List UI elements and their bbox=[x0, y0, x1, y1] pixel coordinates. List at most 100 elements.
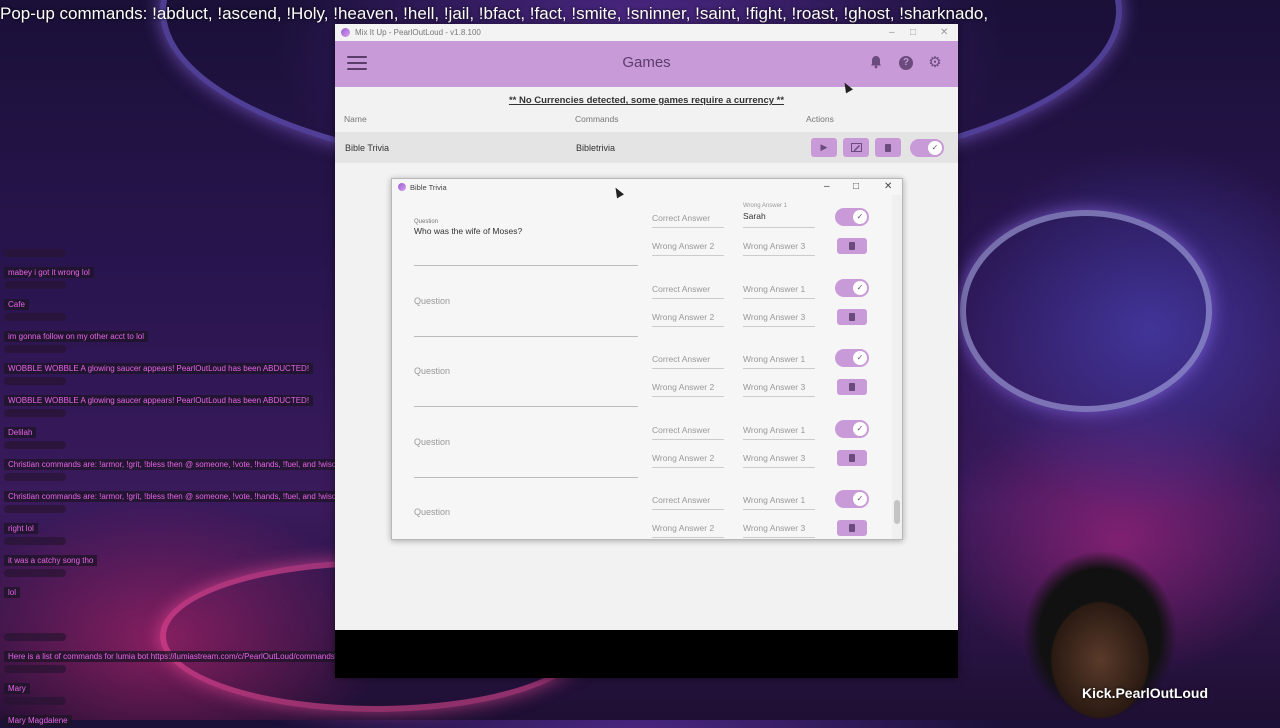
chat-text: Mary Magdalene bbox=[4, 715, 72, 726]
wrong-answer-1-value: Sarah bbox=[743, 211, 766, 221]
currency-notice: ** No Currencies detected, some games re… bbox=[508, 95, 785, 106]
chat-message: Christian commands are: !armor, !grit, !… bbox=[4, 468, 354, 504]
question-row: Question Correct Answer Wrong Answer 1 Wron… bbox=[392, 413, 892, 483]
trash-icon bbox=[849, 453, 855, 462]
wrong-answer-1-placeholder: Wrong Answer 1 bbox=[743, 283, 806, 294]
chat-message: Mary bbox=[4, 660, 66, 696]
wrong-answer-1-placeholder: Wrong Answer 1 bbox=[743, 424, 806, 435]
chat-username bbox=[4, 665, 66, 673]
wrong-answer-3-field[interactable]: Wrong Answer 3 bbox=[743, 451, 815, 468]
question-enable-toggle[interactable]: ✓ bbox=[835, 490, 869, 508]
correct-answer-field[interactable]: Correct Answer bbox=[652, 211, 724, 228]
gear-icon[interactable]: ⚙ bbox=[927, 55, 943, 71]
correct-answer-field[interactable]: Correct Answer bbox=[652, 423, 724, 440]
app-logo-icon bbox=[341, 28, 350, 37]
wrong-answer-2-field[interactable]: Wrong Answer 2 bbox=[652, 310, 724, 327]
question-field[interactable]: Question bbox=[414, 342, 638, 407]
wrong-answer-2-placeholder: Wrong Answer 2 bbox=[652, 241, 715, 251]
minimize-icon[interactable]: – bbox=[824, 179, 830, 195]
delete-button[interactable] bbox=[875, 138, 901, 157]
chat-username bbox=[4, 313, 66, 321]
question-placeholder: Question bbox=[414, 295, 451, 306]
correct-answer-placeholder: Correct Answer bbox=[652, 495, 711, 505]
wrong-answer-1-field[interactable]: Wrong Answer 1 bbox=[743, 423, 815, 440]
question-enable-toggle[interactable]: ✓ bbox=[835, 419, 869, 438]
question-field[interactable]: Question bbox=[414, 413, 638, 478]
check-icon: ✓ bbox=[853, 210, 867, 224]
column-header-actions: Actions bbox=[806, 114, 834, 124]
check-icon: ✓ bbox=[853, 280, 867, 295]
question-field[interactable]: Question bbox=[414, 483, 638, 539]
wrong-answer-1-placeholder: Wrong Answer 1 bbox=[743, 354, 806, 364]
delete-question-button[interactable] bbox=[837, 238, 867, 254]
chat-username bbox=[4, 281, 66, 289]
wrong-answer-3-placeholder: Wrong Answer 3 bbox=[743, 523, 806, 533]
question-enable-toggle[interactable]: ✓ bbox=[835, 208, 869, 226]
play-button[interactable]: ▶ bbox=[811, 138, 837, 157]
scrollbar[interactable] bbox=[892, 195, 902, 539]
wrong-answer-2-field[interactable]: Wrong Answer 2 bbox=[652, 451, 724, 468]
wrong-answer-3-field[interactable]: Wrong Answer 3 bbox=[743, 239, 815, 256]
chat-username bbox=[4, 697, 66, 705]
question-row: Question Correct Answer Wrong Answer 1 Wron… bbox=[392, 342, 892, 412]
question-row: Question Who was the wife of Moses? Correc… bbox=[392, 201, 892, 271]
chat-username bbox=[4, 633, 66, 641]
wrong-answer-1-field[interactable]: Wrong Answer 1 bbox=[743, 493, 815, 510]
question-value: Who was the wife of Moses? bbox=[414, 226, 523, 236]
wrong-answer-1-field[interactable]: Wrong Answer 1 bbox=[743, 352, 815, 369]
question-enable-toggle[interactable]: ✓ bbox=[835, 349, 869, 367]
enable-toggle[interactable]: ✓ bbox=[910, 139, 944, 157]
check-icon: ✓ bbox=[853, 351, 867, 365]
chat-message: Mary Magdalene bbox=[4, 692, 72, 728]
question-placeholder: Question bbox=[414, 507, 451, 517]
wrong-answer-3-placeholder: Wrong Answer 3 bbox=[743, 311, 806, 322]
page-title: Games bbox=[622, 54, 671, 71]
game-command: Bibletrivia bbox=[576, 143, 616, 153]
scrollbar-thumb[interactable] bbox=[894, 500, 900, 524]
edit-button[interactable] bbox=[843, 138, 869, 157]
question-field[interactable]: Question Who was the wife of Moses? bbox=[414, 201, 638, 266]
wrong-answer-1-field[interactable]: Wrong Answer 1 Sarah bbox=[743, 203, 815, 228]
question-row: Question Correct Answer Wrong Answer 1 Wron… bbox=[392, 483, 892, 539]
maximize-icon[interactable]: □ bbox=[853, 179, 859, 195]
app-header: Games ? ⚙ bbox=[335, 41, 958, 87]
chat-username bbox=[4, 409, 66, 417]
correct-answer-field[interactable]: Correct Answer bbox=[652, 352, 724, 369]
wrong-answer-2-field[interactable]: Wrong Answer 2 bbox=[652, 239, 724, 256]
app-titlebar: Mix It Up - PearlOutLoud - v1.8.100 – □ … bbox=[335, 24, 958, 41]
wrong-answer-2-field[interactable]: Wrong Answer 2 bbox=[652, 521, 724, 538]
delete-question-button[interactable] bbox=[837, 520, 867, 536]
delete-question-button[interactable] bbox=[837, 308, 867, 325]
wrong-answer-2-placeholder: Wrong Answer 2 bbox=[652, 382, 715, 392]
kick-watermark: Kick.PearlOutLoud bbox=[1082, 685, 1209, 701]
question-icon[interactable]: ? bbox=[899, 56, 913, 70]
chat-message: WOBBLE WOBBLE A glowing saucer appears! … bbox=[4, 340, 314, 376]
check-icon: ✓ bbox=[853, 492, 867, 506]
wrong-answer-1-placeholder: Wrong Answer 1 bbox=[743, 495, 806, 505]
delete-question-button[interactable] bbox=[837, 379, 867, 395]
chat-username bbox=[4, 377, 66, 385]
maximize-icon[interactable]: □ bbox=[910, 24, 916, 41]
correct-answer-field[interactable]: Correct Answer bbox=[652, 493, 724, 510]
delete-question-button[interactable] bbox=[837, 449, 867, 466]
question-field[interactable]: Question bbox=[414, 272, 638, 337]
wrong-answer-1-field[interactable]: Wrong Answer 1 bbox=[743, 282, 815, 299]
table-row[interactable]: Bible Trivia Bibletrivia ▶ ✓ bbox=[335, 132, 958, 163]
minimize-icon[interactable]: – bbox=[889, 24, 895, 41]
wrong-answer-3-placeholder: Wrong Answer 3 bbox=[743, 452, 806, 463]
wrong-answer-3-field[interactable]: Wrong Answer 3 bbox=[743, 521, 815, 538]
trash-icon bbox=[849, 312, 855, 321]
correct-answer-field[interactable]: Correct Answer bbox=[652, 282, 724, 299]
wrong-answer-3-field[interactable]: Wrong Answer 3 bbox=[743, 310, 815, 327]
question-enable-toggle[interactable]: ✓ bbox=[835, 278, 869, 297]
question-row: Question Correct Answer Wrong Answer 1 Wron… bbox=[392, 272, 892, 342]
close-icon[interactable]: ✕ bbox=[940, 24, 948, 41]
wrong-answer-2-field[interactable]: Wrong Answer 2 bbox=[652, 380, 724, 397]
correct-answer-placeholder: Correct Answer bbox=[652, 283, 711, 294]
close-icon[interactable]: ✕ bbox=[884, 179, 892, 195]
wrong-answer-3-field[interactable]: Wrong Answer 3 bbox=[743, 380, 815, 397]
wrong-answer-2-placeholder: Wrong Answer 2 bbox=[652, 523, 715, 533]
bell-icon[interactable] bbox=[868, 55, 884, 71]
question-list[interactable]: Question Who was the wife of Moses? Correc… bbox=[392, 195, 892, 539]
chat-message: mabey i got it wrong lol bbox=[4, 244, 94, 280]
